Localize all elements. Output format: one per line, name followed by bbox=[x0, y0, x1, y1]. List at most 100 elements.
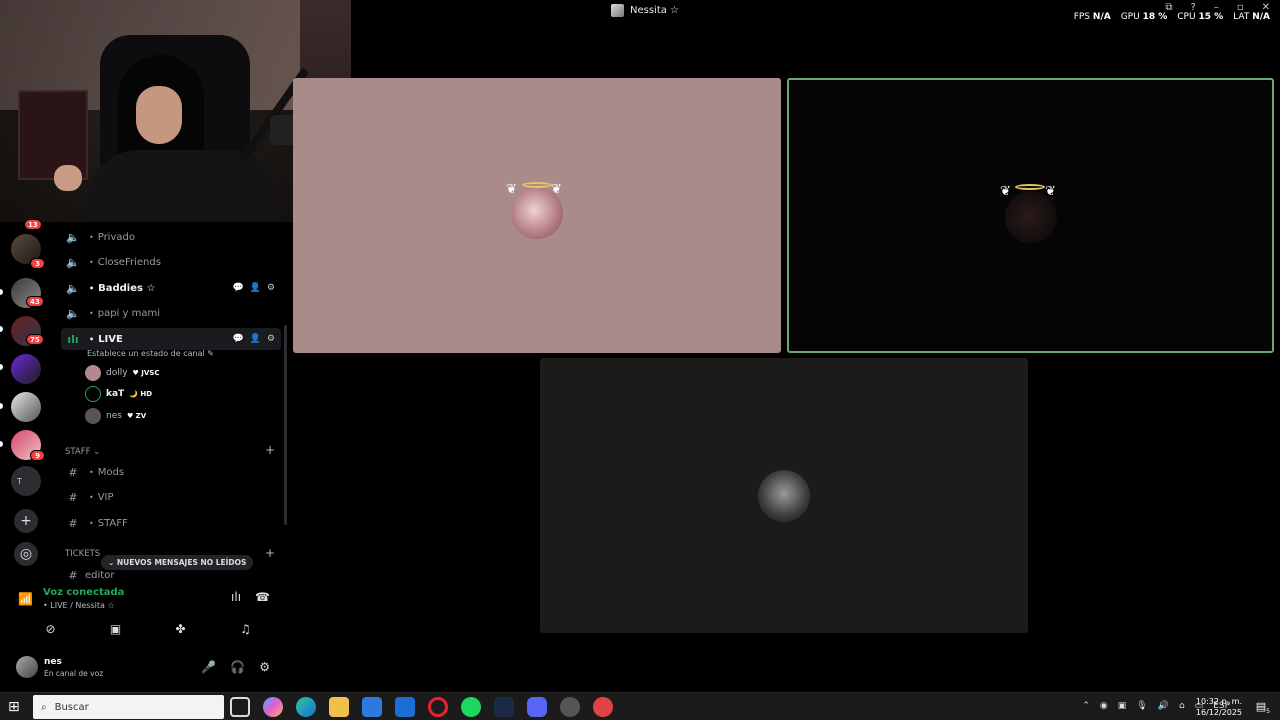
windows-start-icon[interactable]: ⊞ bbox=[8, 699, 20, 715]
performance-stats: FPS N/A GPU 18 % CPU 15 % LAT N/A bbox=[1074, 12, 1270, 22]
webcam-person-body bbox=[88, 150, 278, 222]
stream-title-text: Nessita ☆ bbox=[630, 5, 680, 16]
settings-icon[interactable]: ⚙ bbox=[267, 283, 275, 293]
disconnect-icon[interactable]: ☎ bbox=[255, 590, 270, 604]
voice-user-tag: 🌙 HD bbox=[129, 390, 153, 398]
headphones-icon[interactable]: 🎧 bbox=[230, 660, 245, 674]
stream-tile-speaking[interactable]: ❦ ❦ bbox=[787, 78, 1274, 353]
edge-icon[interactable] bbox=[296, 697, 316, 717]
voice-channel-live[interactable]: ılı • LIVE 💬 👤 ⚙ bbox=[61, 328, 281, 350]
voice-channel-privado[interactable]: 🔈 • Privado bbox=[61, 226, 281, 248]
chat-icon[interactable]: 💬 bbox=[232, 334, 243, 344]
channel-label: CloseFriends bbox=[97, 256, 161, 268]
channel-label: Privado bbox=[97, 231, 135, 243]
notifications-icon[interactable]: ▤5 bbox=[1256, 700, 1270, 715]
search-icon: ⌕ bbox=[41, 701, 47, 713]
taskbar-search[interactable]: ⌕ Buscar bbox=[33, 695, 224, 719]
channel-label: VIP bbox=[97, 491, 114, 503]
activities-icon[interactable]: ✤ bbox=[161, 618, 201, 640]
category-tickets[interactable]: TICKETS bbox=[65, 549, 100, 559]
camera-off-icon[interactable]: ⊘ bbox=[31, 618, 71, 640]
hash-icon: # bbox=[68, 516, 78, 530]
taskbar-apps bbox=[230, 697, 613, 717]
outlook-icon[interactable] bbox=[395, 697, 415, 717]
voice-status[interactable]: Voz conectada bbox=[43, 587, 124, 598]
soundboard-icon[interactable]: ♫ bbox=[226, 618, 266, 640]
server-folder[interactable]: T bbox=[11, 466, 41, 496]
discover-icon[interactable]: ◎ bbox=[14, 542, 38, 566]
stream-avatar bbox=[611, 4, 624, 17]
clock-time: 10:32 p. m. bbox=[1195, 697, 1242, 706]
avatar bbox=[85, 386, 101, 402]
noise-suppression-icon[interactable]: ılı bbox=[231, 590, 241, 604]
voice-user[interactable]: kaT 🌙 HD bbox=[85, 385, 152, 403]
channel-tools: 💬 👤 ⚙ bbox=[232, 283, 275, 293]
voice-user[interactable]: dolly ♥ JVSC bbox=[85, 364, 159, 382]
avatar bbox=[85, 408, 101, 424]
user-controls: 🎤 🎧 ⚙ bbox=[201, 660, 270, 674]
unread-messages-pill[interactable]: ⌄ NUEVOS MENSAJES NO LEÍDOS bbox=[101, 555, 254, 570]
tray-mic-icon[interactable]: 🎙 bbox=[1136, 701, 1147, 711]
file-explorer-icon[interactable] bbox=[329, 697, 349, 717]
channel-label: Baddies ☆ bbox=[98, 282, 156, 294]
server-icon[interactable] bbox=[11, 392, 41, 422]
task-view-icon[interactable] bbox=[230, 697, 250, 717]
avatar bbox=[85, 365, 101, 381]
add-server-icon[interactable]: + bbox=[14, 509, 38, 533]
sidebar-scrollbar[interactable] bbox=[284, 325, 287, 525]
hash-icon: # bbox=[68, 490, 78, 504]
tray-expand-icon[interactable]: ⌃ bbox=[1082, 701, 1090, 711]
screen-share-icon[interactable]: ▣ bbox=[96, 618, 136, 640]
invite-icon[interactable]: 👤 bbox=[250, 334, 261, 344]
user-settings-icon[interactable]: ⚙ bbox=[259, 660, 270, 674]
settings-icon[interactable]: ⚙ bbox=[267, 334, 275, 344]
windows-taskbar: ⊞ ⌕ Buscar ⌃ ◉ ▣ 🎙 🔊 ⌂ ▭ ESP 10:32 p. m.… bbox=[0, 692, 1280, 720]
tray-app-icon[interactable]: ◉ bbox=[1100, 701, 1108, 711]
channel-status-prompt[interactable]: Establece un estado de canal ✎ bbox=[87, 349, 214, 358]
text-channel-staff[interactable]: # • STAFF bbox=[61, 512, 281, 534]
tray-app-icon[interactable]: ▣ bbox=[1118, 701, 1127, 711]
category-staff[interactable]: STAFF ⌄ bbox=[65, 447, 100, 457]
spotify-icon[interactable] bbox=[461, 697, 481, 717]
opera-icon[interactable] bbox=[428, 697, 448, 717]
live-voice-icon: ılı bbox=[67, 332, 79, 346]
server-icon[interactable] bbox=[11, 354, 41, 384]
channel-label: Mods bbox=[97, 466, 125, 478]
stream-title: Nessita ☆ bbox=[611, 4, 679, 17]
halo-decoration bbox=[522, 182, 552, 188]
clock-date: 16/12/2025 bbox=[1195, 708, 1242, 717]
recording-app-icon[interactable] bbox=[593, 697, 613, 717]
stream-tile[interactable] bbox=[540, 358, 1028, 633]
clock[interactable]: 10:32 p. m. 16/12/2025 bbox=[1196, 696, 1242, 718]
add-channel-icon[interactable]: + bbox=[265, 546, 275, 560]
chat-icon[interactable]: 💬 bbox=[232, 283, 243, 293]
user-name[interactable]: nes bbox=[44, 657, 62, 667]
voice-channel-papi-y-mami[interactable]: 🔈 • papi y mami bbox=[61, 302, 281, 324]
store-icon[interactable] bbox=[362, 697, 382, 717]
discord-icon[interactable] bbox=[527, 697, 547, 717]
copilot-icon[interactable] bbox=[263, 697, 283, 717]
text-channel-mods[interactable]: # • Mods bbox=[61, 461, 281, 483]
text-channel-vip[interactable]: # • VIP bbox=[61, 486, 281, 508]
server-badge: 13 bbox=[24, 219, 42, 230]
voice-location[interactable]: • LIVE / Nessita ☆ bbox=[43, 601, 115, 610]
stream-tile[interactable]: ❦ ❦ bbox=[293, 78, 781, 353]
cpu-stat: CPU 15 % bbox=[1177, 12, 1224, 22]
invite-icon[interactable]: 👤 bbox=[250, 283, 261, 293]
voice-channel-baddies[interactable]: 🔈 • Baddies ☆ 💬 👤 ⚙ bbox=[61, 277, 281, 299]
voice-channel-closefriends[interactable]: 🔈 • CloseFriends bbox=[61, 251, 281, 273]
user-status: En canal de voz bbox=[44, 669, 104, 678]
voice-user[interactable]: nes ♥ ZV bbox=[85, 407, 146, 425]
steam-icon[interactable] bbox=[494, 697, 514, 717]
pencil-icon: ✎ bbox=[207, 349, 214, 358]
network-icon[interactable]: ⌂ bbox=[1179, 701, 1185, 711]
volume-icon[interactable]: 🔊 bbox=[1158, 701, 1169, 711]
microphone-icon[interactable]: 🎤 bbox=[201, 660, 216, 674]
add-channel-icon[interactable]: + bbox=[265, 443, 275, 457]
server-folder-letter: T bbox=[17, 476, 22, 486]
avatar[interactable] bbox=[16, 656, 38, 678]
app-icon[interactable] bbox=[560, 697, 580, 717]
server-badge: 9 bbox=[30, 450, 45, 461]
channel-label: LIVE bbox=[98, 333, 123, 345]
signal-icon[interactable]: 📶 bbox=[18, 592, 33, 606]
